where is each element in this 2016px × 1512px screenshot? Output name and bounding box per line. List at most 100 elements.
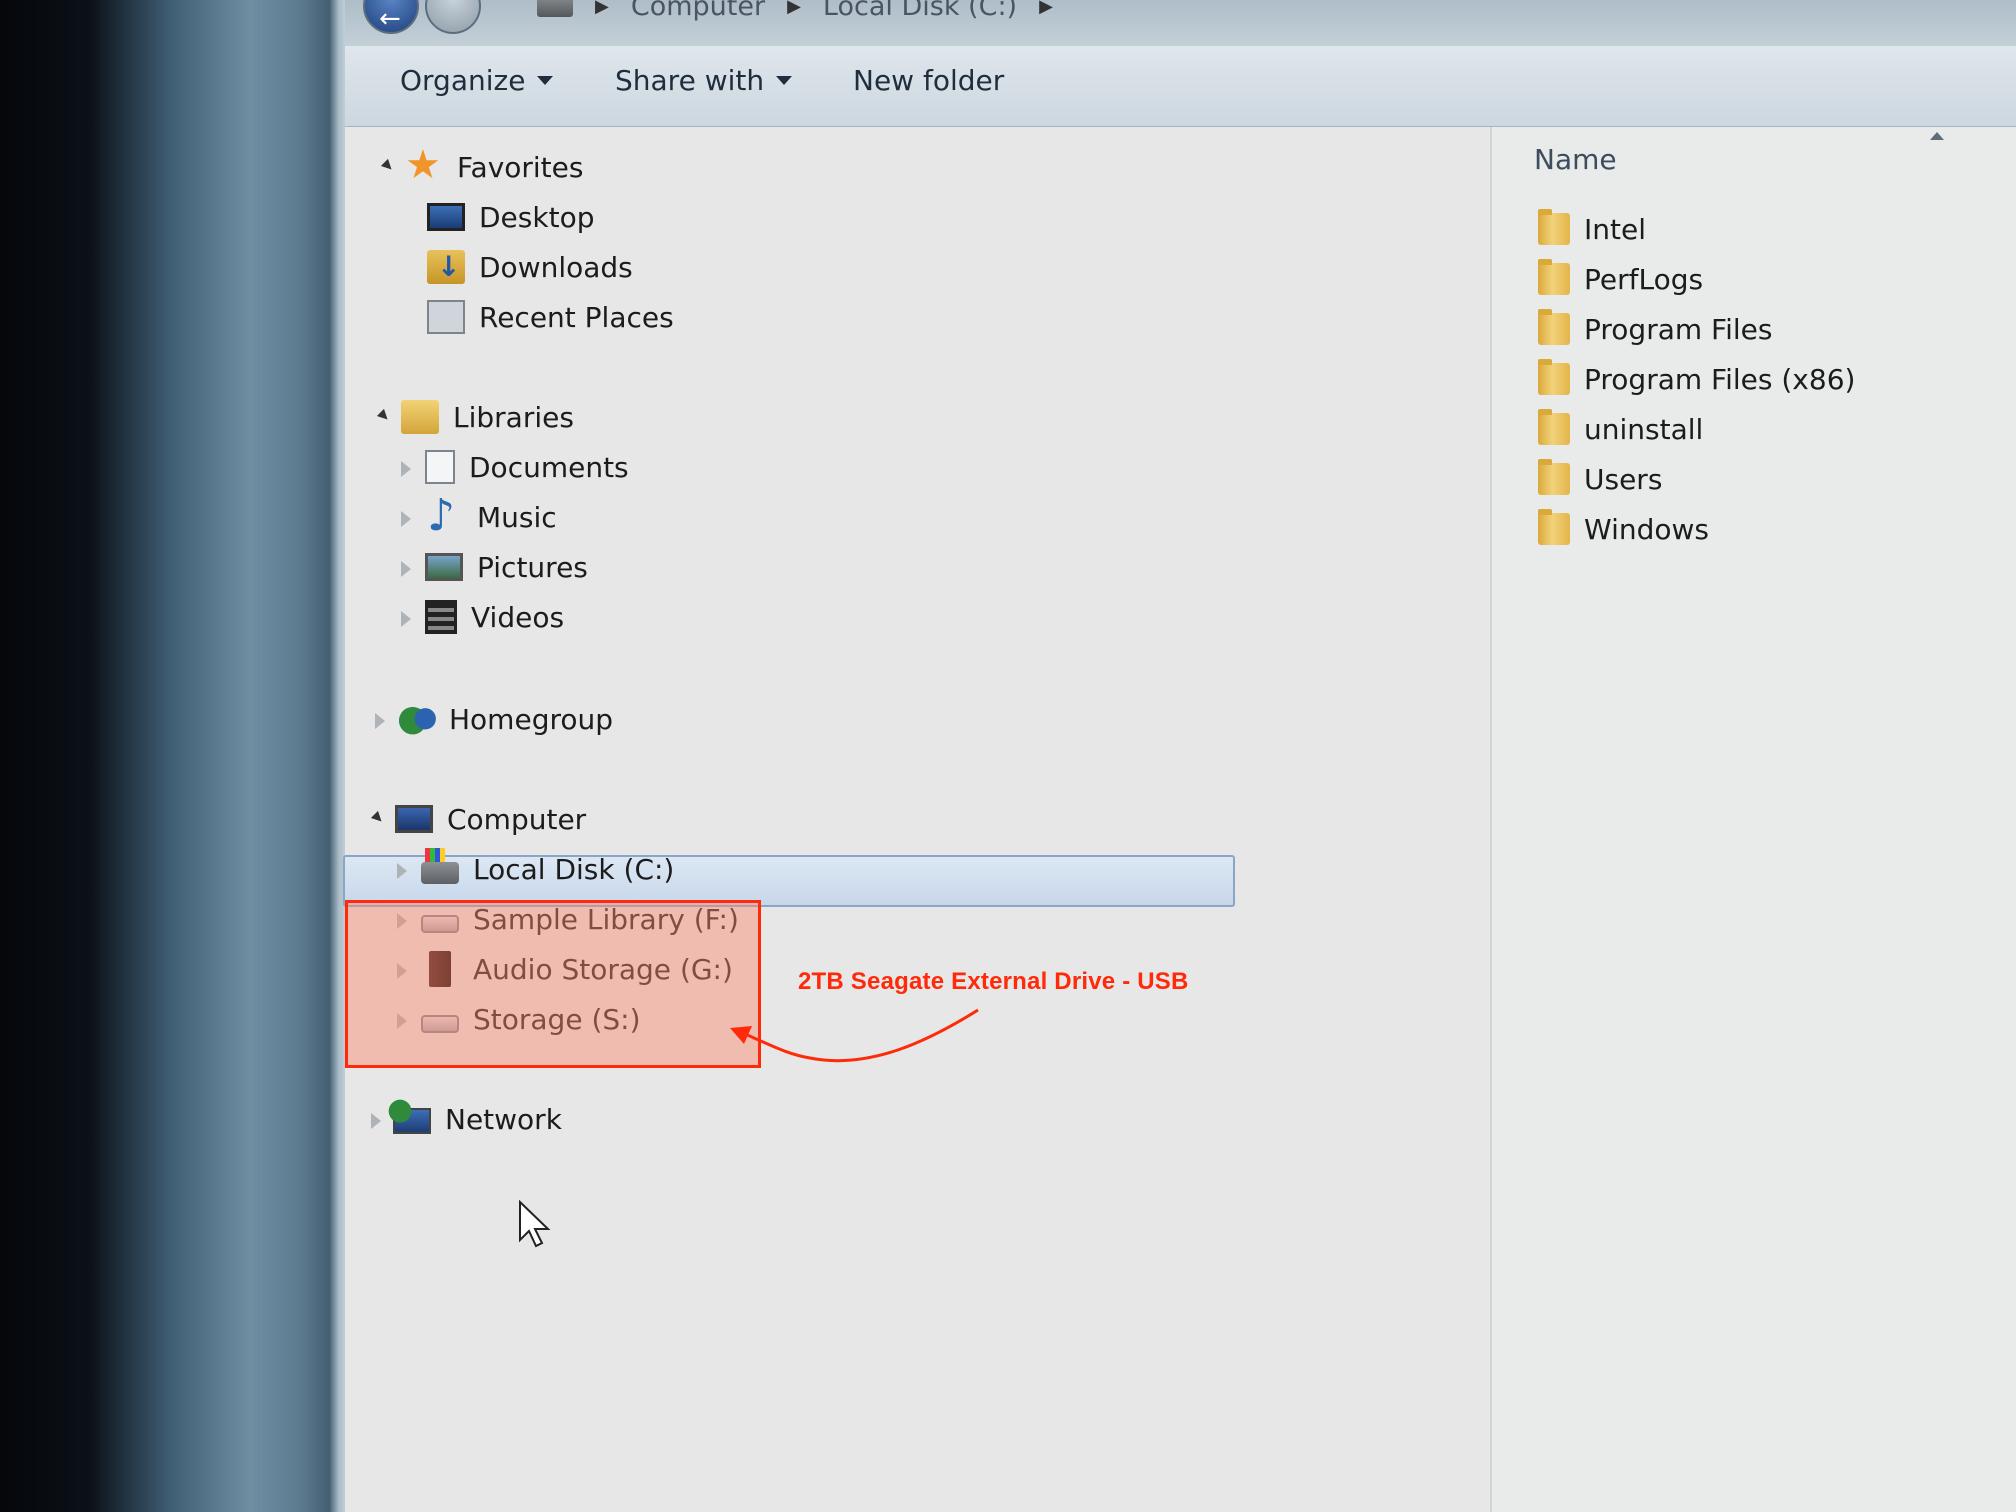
share-with-label: Share with bbox=[615, 64, 765, 97]
file-name: uninstall bbox=[1584, 412, 1704, 446]
chevron-right-icon[interactable]: ▶ bbox=[787, 0, 801, 17]
forward-button[interactable] bbox=[425, 0, 481, 34]
favorites-star-icon bbox=[405, 142, 443, 188]
new-folder-button[interactable]: New folder bbox=[853, 64, 1004, 97]
list-item[interactable]: Users bbox=[1538, 459, 1662, 499]
sort-ascending-icon bbox=[1930, 132, 1944, 140]
nav-item-label: Videos bbox=[471, 600, 565, 634]
back-arrow-icon: ← bbox=[379, 4, 401, 34]
nav-computer-label: Computer bbox=[447, 802, 587, 836]
explorer-window: ← ▶ Computer ▶ Local Disk (C:) ▶ Organiz… bbox=[343, 0, 2016, 1512]
nav-item-label: Recent Places bbox=[479, 300, 674, 334]
file-name: Intel bbox=[1584, 212, 1646, 246]
mouse-cursor-icon bbox=[519, 1200, 551, 1248]
collapse-computer-icon[interactable] bbox=[370, 810, 386, 826]
music-icon bbox=[425, 490, 463, 541]
list-item[interactable]: Program Files (x86) bbox=[1538, 359, 1855, 399]
desktop-background bbox=[0, 0, 340, 1512]
share-with-button[interactable]: Share with bbox=[615, 64, 793, 97]
videos-icon bbox=[425, 600, 457, 634]
expand-network-icon[interactable] bbox=[371, 1113, 381, 1129]
chevron-right-icon[interactable]: ▶ bbox=[1039, 0, 1053, 17]
computer-icon bbox=[395, 805, 433, 833]
chevron-down-icon bbox=[776, 76, 793, 85]
folder-icon bbox=[1538, 309, 1570, 345]
folder-icon bbox=[1538, 459, 1570, 495]
expand-local-disk-icon[interactable] bbox=[397, 863, 407, 879]
libraries-icon bbox=[401, 400, 439, 434]
downloads-icon bbox=[427, 250, 465, 284]
annotation-arrow-icon bbox=[730, 1008, 979, 1063]
expand-music-icon[interactable] bbox=[401, 511, 411, 527]
nav-favorites[interactable]: Favorites bbox=[405, 142, 584, 189]
collapse-libraries-icon[interactable] bbox=[376, 408, 392, 424]
file-name: Program Files bbox=[1584, 312, 1773, 346]
drive-icon bbox=[537, 0, 573, 17]
nav-item-documents[interactable]: Documents bbox=[425, 445, 629, 489]
folder-icon bbox=[1538, 509, 1570, 545]
address-bar: ← ▶ Computer ▶ Local Disk (C:) ▶ bbox=[345, 0, 2016, 47]
list-item[interactable]: Intel bbox=[1538, 209, 1646, 249]
folder-icon bbox=[1538, 359, 1570, 395]
collapse-favorites-icon[interactable] bbox=[380, 158, 396, 174]
expand-pictures-icon[interactable] bbox=[401, 561, 411, 577]
annotation-label: 2TB Seagate External Drive - USB bbox=[798, 968, 1189, 995]
recent-places-icon bbox=[427, 300, 465, 334]
folder-icon bbox=[1538, 209, 1570, 245]
nav-item-label: Music bbox=[477, 500, 557, 534]
command-bar: Organize Share with New folder bbox=[345, 46, 2016, 127]
nav-item-desktop[interactable]: Desktop bbox=[427, 195, 594, 239]
nav-item-pictures[interactable]: Pictures bbox=[425, 545, 588, 589]
file-name: Windows bbox=[1584, 512, 1709, 546]
organize-button[interactable]: Organize bbox=[400, 64, 554, 97]
new-folder-label: New folder bbox=[853, 64, 1005, 97]
file-name: Users bbox=[1584, 462, 1663, 496]
nav-favorites-label: Favorites bbox=[457, 150, 584, 184]
annotation-highlight-box bbox=[345, 900, 761, 1068]
folder-icon bbox=[1538, 259, 1570, 295]
nav-item-downloads[interactable]: Downloads bbox=[427, 245, 633, 289]
expand-documents-icon[interactable] bbox=[401, 461, 411, 477]
nav-item-label: Documents bbox=[469, 450, 629, 484]
file-name: PerfLogs bbox=[1584, 262, 1704, 296]
chevron-right-icon[interactable]: ▶ bbox=[595, 0, 609, 17]
desktop-icon bbox=[427, 203, 465, 231]
nav-item-label: Pictures bbox=[477, 550, 588, 584]
nav-libraries-label: Libraries bbox=[453, 400, 574, 434]
list-item[interactable]: uninstall bbox=[1538, 409, 1703, 449]
nav-network-label: Network bbox=[445, 1102, 562, 1136]
nav-network[interactable]: Network bbox=[387, 1092, 562, 1141]
list-item[interactable]: Program Files bbox=[1538, 309, 1772, 349]
homegroup-icon bbox=[397, 698, 437, 739]
expand-homegroup-icon[interactable] bbox=[375, 713, 385, 729]
column-header-name[interactable]: Name bbox=[1534, 143, 1617, 176]
documents-icon bbox=[425, 450, 455, 484]
nav-item-label: Downloads bbox=[479, 250, 633, 284]
expand-videos-icon[interactable] bbox=[401, 611, 411, 627]
nav-item-videos[interactable]: Videos bbox=[425, 595, 564, 639]
nav-item-label: Local Disk (C:) bbox=[473, 852, 675, 886]
breadcrumb-local-disk[interactable]: Local Disk (C:) bbox=[823, 0, 1017, 22]
file-list-pane: Name Intel PerfLogs Program Files Progra… bbox=[1492, 127, 2016, 1512]
nav-homegroup[interactable]: Homegroup bbox=[397, 697, 613, 741]
chevron-down-icon bbox=[537, 76, 554, 85]
nav-libraries[interactable]: Libraries bbox=[401, 395, 574, 439]
nav-item-recent-places[interactable]: Recent Places bbox=[427, 295, 674, 339]
back-button[interactable]: ← bbox=[363, 0, 419, 34]
list-item[interactable]: Windows bbox=[1538, 509, 1709, 549]
local-disk-icon bbox=[421, 848, 459, 884]
nav-item-label: Desktop bbox=[479, 200, 595, 234]
pictures-icon bbox=[425, 553, 463, 581]
breadcrumb-computer[interactable]: Computer bbox=[631, 0, 765, 22]
nav-item-music[interactable]: Music bbox=[425, 490, 557, 541]
list-item[interactable]: PerfLogs bbox=[1538, 259, 1703, 299]
file-name: Program Files (x86) bbox=[1584, 362, 1856, 396]
nav-computer[interactable]: Computer bbox=[395, 797, 586, 841]
nav-item-local-disk[interactable]: Local Disk (C:) bbox=[421, 847, 674, 891]
navigation-pane: Favorites Desktop Downloads Recent Place… bbox=[343, 127, 1492, 1512]
organize-label: Organize bbox=[400, 64, 526, 97]
breadcrumb: ▶ Computer ▶ Local Disk (C:) ▶ bbox=[537, 0, 1053, 26]
nav-homegroup-label: Homegroup bbox=[449, 702, 614, 736]
folder-icon bbox=[1538, 409, 1570, 445]
network-icon bbox=[387, 1092, 431, 1134]
